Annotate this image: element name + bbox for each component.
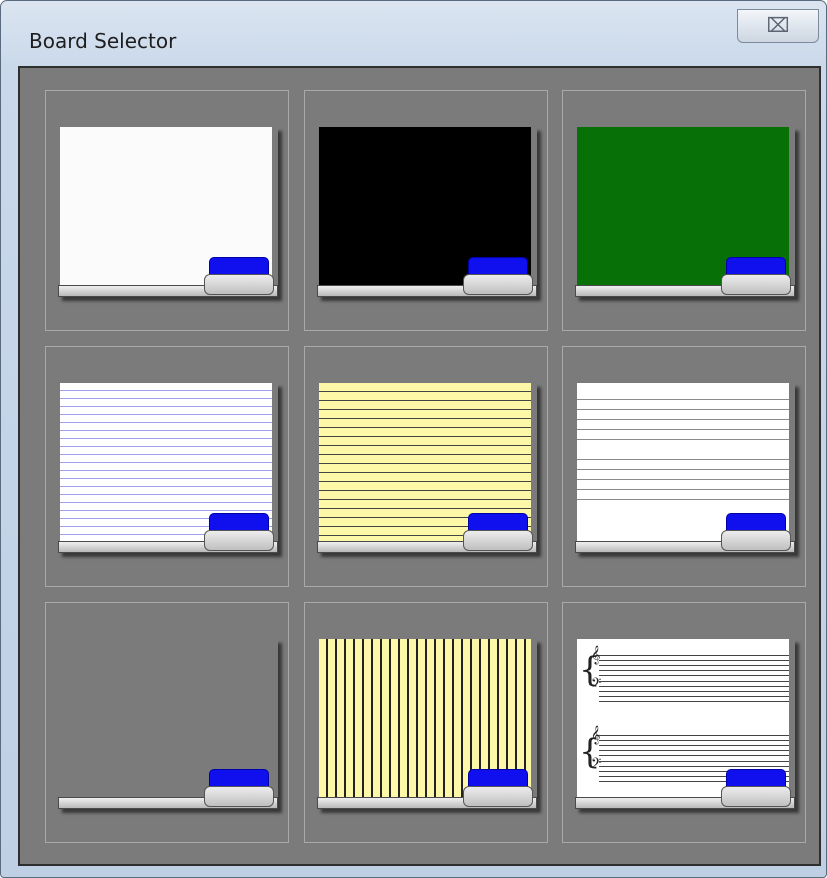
board-preview <box>575 127 795 297</box>
eraser-base <box>721 530 791 551</box>
board-grid: { 𝄞 𝄢 { 𝄞 𝄢 <box>18 66 821 866</box>
board-option-lined-yellow[interactable] <box>304 346 548 587</box>
board-preview <box>58 639 278 809</box>
title-bar[interactable]: Board Selector ⌧ <box>1 1 826 65</box>
board-option-lined-white[interactable] <box>45 346 289 587</box>
board-preview: { 𝄞 𝄢 { 𝄞 𝄢 <box>575 639 795 809</box>
board-option-staff-white[interactable] <box>562 346 806 587</box>
board-preview <box>58 383 278 553</box>
board-preview <box>58 127 278 297</box>
close-button[interactable]: ⌧ <box>737 9 819 43</box>
board-preview <box>317 383 537 553</box>
board-option-plain-white[interactable] <box>45 90 289 331</box>
window-title: Board Selector <box>29 29 177 53</box>
board-option-plain-green[interactable] <box>562 90 806 331</box>
eraser-base <box>204 786 274 807</box>
board-option-music-staff[interactable]: { 𝄞 𝄢 { 𝄞 𝄢 <box>562 602 806 843</box>
eraser-base <box>463 274 533 295</box>
board-option-plain-black[interactable] <box>304 90 548 331</box>
board-selector-window: Board Selector ⌧ {𝄞 𝄢 {𝄞 𝄢 <box>0 0 827 878</box>
board-preview <box>575 383 795 553</box>
board-preview <box>317 639 537 809</box>
eraser-base <box>204 274 274 295</box>
eraser-base <box>721 786 791 807</box>
board-option-grid-yellow[interactable] <box>304 602 548 843</box>
eraser-base <box>463 530 533 551</box>
eraser-base <box>721 274 791 295</box>
eraser-base <box>204 530 274 551</box>
board-option-grid-blue[interactable] <box>45 602 289 843</box>
close-icon: ⌧ <box>766 13 790 37</box>
eraser-base <box>463 786 533 807</box>
board-preview <box>317 127 537 297</box>
